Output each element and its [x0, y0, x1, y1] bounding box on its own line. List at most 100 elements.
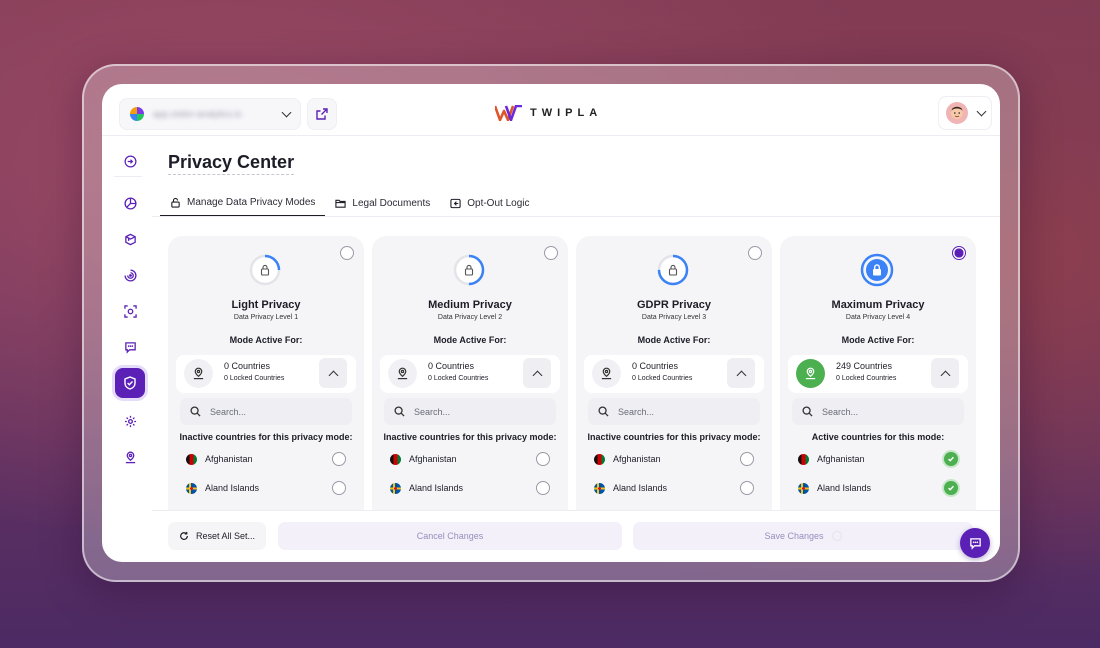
- country-row[interactable]: Aland Islands: [798, 479, 958, 497]
- tab-legal-documents[interactable]: Legal Documents: [325, 190, 440, 216]
- mode-select-radio[interactable]: [952, 246, 966, 260]
- mode-select-radio[interactable]: [544, 246, 558, 260]
- tab-label: Legal Documents: [352, 197, 431, 209]
- country-checkbox[interactable]: [740, 452, 754, 466]
- country-row[interactable]: Aland Islands: [186, 479, 346, 497]
- search-input[interactable]: [210, 406, 340, 417]
- mode-select-radio[interactable]: [340, 246, 354, 260]
- country-checkbox[interactable]: [740, 481, 754, 495]
- cancel-label: Cancel Changes: [416, 531, 484, 541]
- sidebar-item-settings[interactable]: [115, 406, 145, 436]
- sidebar-item-recordings[interactable]: [115, 296, 145, 326]
- location-pin-icon: [592, 359, 621, 388]
- country-row[interactable]: Afghanistan: [798, 450, 958, 468]
- tab-opt-out-logic[interactable]: Opt-Out Logic: [440, 190, 539, 216]
- sidebar-item-dashboard[interactable]: [115, 188, 145, 218]
- country-checkbox[interactable]: [332, 481, 346, 495]
- location-pin-icon: [125, 451, 135, 463]
- country-summary: 249 Countries 0 Locked Countries: [788, 355, 968, 393]
- collapse-list-button[interactable]: [931, 358, 959, 388]
- country-summary: 0 Countries 0 Locked Countries: [380, 355, 560, 393]
- cancel-changes-button[interactable]: Cancel Changes: [278, 522, 622, 550]
- privacy-mode-card-maximum[interactable]: Maximum Privacy Data Privacy Level 4 Mod…: [780, 236, 976, 510]
- mode-title: GDPR Privacy: [637, 299, 711, 311]
- top-bar: app.visitor-analytics.io TWIPLA: [102, 84, 1000, 136]
- collapse-icon: [124, 155, 136, 167]
- chevron-up-icon: [328, 370, 338, 380]
- reset-all-settings-button[interactable]: Reset All Set...: [168, 522, 266, 550]
- sidebar-item-feedback[interactable]: [115, 332, 145, 362]
- country-flag-icon: [186, 482, 197, 494]
- country-row[interactable]: Afghanistan: [594, 450, 754, 468]
- brand-logo[interactable]: TWIPLA: [495, 105, 602, 121]
- privacy-mode-card-gdpr[interactable]: GDPR Privacy Data Privacy Level 3 Mode A…: [576, 236, 772, 510]
- country-checkbox[interactable]: [536, 481, 550, 495]
- country-list-heading: Inactive countries for this privacy mode…: [383, 432, 557, 442]
- locked-country-count: 0 Locked Countries: [224, 375, 285, 382]
- chevron-up-icon: [940, 370, 950, 380]
- country-flag-icon: [390, 453, 401, 465]
- country-row[interactable]: Aland Islands: [594, 479, 754, 497]
- support-chat-button[interactable]: [960, 528, 990, 558]
- country-summary: 0 Countries 0 Locked Countries: [176, 355, 356, 393]
- country-list-heading: Active countries for this mode:: [811, 432, 945, 442]
- reset-icon: [180, 531, 188, 540]
- country-list-heading: Inactive countries for this privacy mode…: [179, 432, 353, 442]
- country-count: 0 Countries: [428, 361, 475, 371]
- sidebar-item-location[interactable]: [115, 442, 145, 472]
- search-icon: [802, 406, 813, 417]
- collapse-list-button[interactable]: [727, 358, 755, 388]
- country-name: Afghanistan: [817, 454, 865, 464]
- country-checkbox[interactable]: [944, 452, 958, 466]
- country-search: [180, 398, 352, 425]
- save-label: Save Changes: [764, 531, 824, 541]
- folder-icon: [335, 199, 347, 208]
- country-name: Afghanistan: [409, 454, 457, 464]
- tab-label: Opt-Out Logic: [467, 197, 530, 209]
- sidebar-item-analytics[interactable]: [115, 224, 145, 254]
- mode-level: Data Privacy Level 4: [845, 314, 911, 321]
- search-input[interactable]: [618, 406, 748, 417]
- collapse-list-button[interactable]: [523, 358, 551, 388]
- lock-icon: [171, 197, 180, 208]
- save-changes-button[interactable]: Save Changes: [633, 522, 973, 550]
- collapse-list-button[interactable]: [319, 358, 347, 388]
- open-website-button[interactable]: [307, 98, 337, 130]
- privacy-level-ring-icon: [657, 254, 689, 286]
- mode-active-label: Mode Active For:: [433, 335, 507, 345]
- country-row[interactable]: Aland Islands: [390, 479, 550, 497]
- chat-icon: [969, 537, 981, 550]
- sidebar-item-behaviour[interactable]: [115, 260, 145, 290]
- tab-divider: [152, 216, 1000, 217]
- country-checkbox[interactable]: [332, 452, 346, 466]
- search-input[interactable]: [822, 406, 952, 417]
- country-checkbox[interactable]: [536, 452, 550, 466]
- country-count: 0 Countries: [632, 361, 679, 371]
- sidebar-item-privacy[interactable]: [115, 368, 145, 398]
- sidebar-item-collapse[interactable]: [115, 146, 145, 176]
- mode-level: Data Privacy Level 2: [437, 314, 503, 321]
- country-name: Afghanistan: [613, 454, 661, 464]
- country-checkbox[interactable]: [944, 481, 958, 495]
- tab-manage-data-privacy-modes[interactable]: Manage Data Privacy Modes: [160, 190, 326, 216]
- chevron-down-icon: [976, 106, 987, 116]
- search-icon: [190, 406, 201, 417]
- search-input[interactable]: [414, 406, 544, 417]
- location-pin-icon: [184, 359, 213, 388]
- website-selector[interactable]: app.visitor-analytics.io: [119, 98, 301, 130]
- user-menu-button[interactable]: [938, 96, 992, 130]
- shield-check-icon: [124, 376, 136, 390]
- mode-title: Medium Privacy: [428, 299, 512, 311]
- reset-label: Reset All Set...: [195, 531, 256, 541]
- country-row[interactable]: Afghanistan: [390, 450, 550, 468]
- country-count: 0 Countries: [224, 361, 271, 371]
- app-window: app.visitor-analytics.io TWIPLA Privacy …: [102, 84, 1000, 562]
- country-row[interactable]: Afghanistan: [186, 450, 346, 468]
- privacy-mode-card-light[interactable]: Light Privacy Data Privacy Level 1 Mode …: [168, 236, 364, 510]
- mode-active-label: Mode Active For:: [841, 335, 915, 345]
- location-pin-icon: [796, 359, 825, 388]
- mode-select-radio[interactable]: [748, 246, 762, 260]
- country-count: 249 Countries: [836, 361, 893, 371]
- privacy-mode-card-medium[interactable]: Medium Privacy Data Privacy Level 2 Mode…: [372, 236, 568, 510]
- country-flag-icon: [186, 453, 197, 465]
